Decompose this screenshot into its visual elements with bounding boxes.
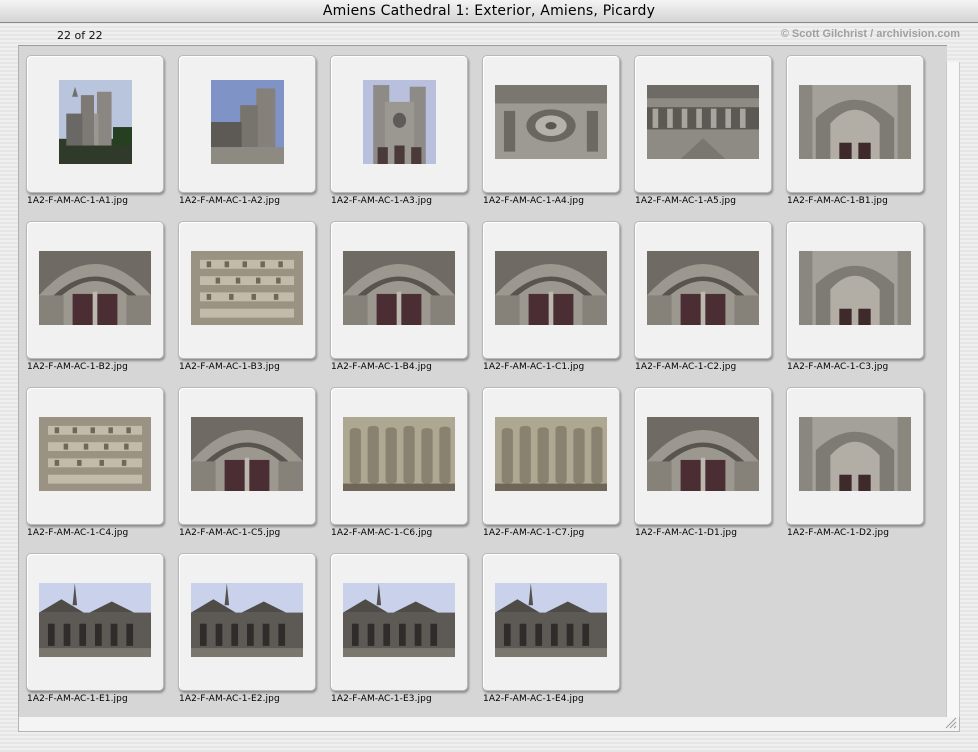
slide-thumbnail[interactable] — [482, 55, 620, 193]
thumbnail-image — [39, 583, 151, 657]
thumbnail-grid: 1A2-F-AM-AC-1-A1.jpg 1A2-F-AM-AC-1-A2.jp… — [18, 45, 947, 718]
thumbnail-filename: 1A2-F-AM-AC-1-C4.jpg — [27, 528, 129, 538]
slide-thumbnail[interactable] — [178, 55, 316, 193]
slide-thumbnail[interactable] — [482, 553, 620, 691]
thumbnail-filename: 1A2-F-AM-AC-1-C1.jpg — [483, 362, 585, 372]
thumbnail-filename: 1A2-F-AM-AC-1-C2.jpg — [635, 362, 737, 372]
thumbnail-filename: 1A2-F-AM-AC-1-B1.jpg — [787, 196, 888, 206]
thumbnail-filename: 1A2-F-AM-AC-1-A4.jpg — [483, 196, 585, 206]
thumbnail-image — [343, 417, 455, 491]
thumbnail-image — [799, 417, 911, 491]
thumbnail-filename: 1A2-F-AM-AC-1-D2.jpg — [787, 528, 890, 538]
thumbnail-image — [58, 80, 132, 164]
thumbnail-filename: 1A2-F-AM-AC-1-C7.jpg — [483, 528, 585, 538]
slide-thumbnail[interactable] — [178, 387, 316, 525]
thumbnail-image — [343, 251, 455, 325]
slide-thumbnail[interactable] — [482, 387, 620, 525]
thumbnail-image — [495, 251, 607, 325]
vertical-scrollbar[interactable] — [946, 62, 960, 717]
slide-thumbnail[interactable] — [786, 221, 924, 359]
copyright-credit: © Scott Gilchrist / archivision.com — [780, 28, 960, 40]
slide-thumbnail[interactable] — [26, 553, 164, 691]
thumbnail-image — [647, 85, 759, 159]
window-title: Amiens Cathedral 1: Exterior, Amiens, Pi… — [322, 3, 656, 19]
slide-thumbnail[interactable] — [330, 553, 468, 691]
thumbnail-filename: 1A2-F-AM-AC-1-E3.jpg — [331, 694, 432, 704]
thumbnail-filename: 1A2-F-AM-AC-1-A5.jpg — [635, 196, 737, 206]
window-title-bar: Amiens Cathedral 1: Exterior, Amiens, Pi… — [0, 0, 978, 23]
slide-thumbnail[interactable] — [178, 221, 316, 359]
thumbnail-filename: 1A2-F-AM-AC-1-D1.jpg — [635, 528, 738, 538]
resize-grip-icon[interactable] — [943, 715, 957, 729]
thumbnail-filename: 1A2-F-AM-AC-1-B3.jpg — [179, 362, 280, 372]
thumbnail-image — [343, 583, 455, 657]
slide-thumbnail[interactable] — [26, 221, 164, 359]
thumbnail-image — [799, 85, 911, 159]
slide-thumbnail[interactable] — [330, 221, 468, 359]
thumbnail-image — [210, 80, 284, 164]
thumbnail-image — [191, 583, 303, 657]
thumbnail-filename: 1A2-F-AM-AC-1-E4.jpg — [483, 694, 584, 704]
thumbnail-filename: 1A2-F-AM-AC-1-A3.jpg — [331, 196, 433, 206]
slide-thumbnail[interactable] — [634, 55, 772, 193]
slide-thumbnail[interactable] — [330, 55, 468, 193]
thumbnail-image — [39, 251, 151, 325]
slide-thumbnail[interactable] — [634, 221, 772, 359]
thumbnail-image — [39, 417, 151, 491]
slide-thumbnail[interactable] — [330, 387, 468, 525]
thumbnail-image — [647, 251, 759, 325]
thumbnail-filename: 1A2-F-AM-AC-1-B2.jpg — [27, 362, 128, 372]
thumbnail-filename: 1A2-F-AM-AC-1-C3.jpg — [787, 362, 889, 372]
thumbnail-image — [191, 417, 303, 491]
thumbnail-image — [191, 251, 303, 325]
thumbnail-filename: 1A2-F-AM-AC-1-A1.jpg — [27, 196, 129, 206]
thumbnail-image — [362, 80, 436, 164]
thumbnail-image — [495, 583, 607, 657]
thumbnail-filename: 1A2-F-AM-AC-1-E2.jpg — [179, 694, 280, 704]
thumbnail-image — [647, 417, 759, 491]
slide-thumbnail[interactable] — [482, 221, 620, 359]
image-counter: 22 of 22 — [57, 29, 103, 42]
slide-thumbnail[interactable] — [786, 55, 924, 193]
slide-thumbnail[interactable] — [178, 553, 316, 691]
thumbnail-filename: 1A2-F-AM-AC-1-C5.jpg — [179, 528, 281, 538]
thumbnail-filename: 1A2-F-AM-AC-1-E1.jpg — [27, 694, 128, 704]
slide-thumbnail[interactable] — [634, 387, 772, 525]
slide-thumbnail[interactable] — [26, 387, 164, 525]
thumbnail-filename: 1A2-F-AM-AC-1-A2.jpg — [179, 196, 281, 206]
thumbnail-image — [495, 417, 607, 491]
slide-thumbnail[interactable] — [26, 55, 164, 193]
slide-thumbnail[interactable] — [786, 387, 924, 525]
status-bar — [18, 717, 960, 732]
thumbnail-filename: 1A2-F-AM-AC-1-C6.jpg — [331, 528, 433, 538]
thumbnail-filename: 1A2-F-AM-AC-1-B4.jpg — [331, 362, 432, 372]
thumbnail-image — [799, 251, 911, 325]
thumbnail-image — [495, 85, 607, 159]
